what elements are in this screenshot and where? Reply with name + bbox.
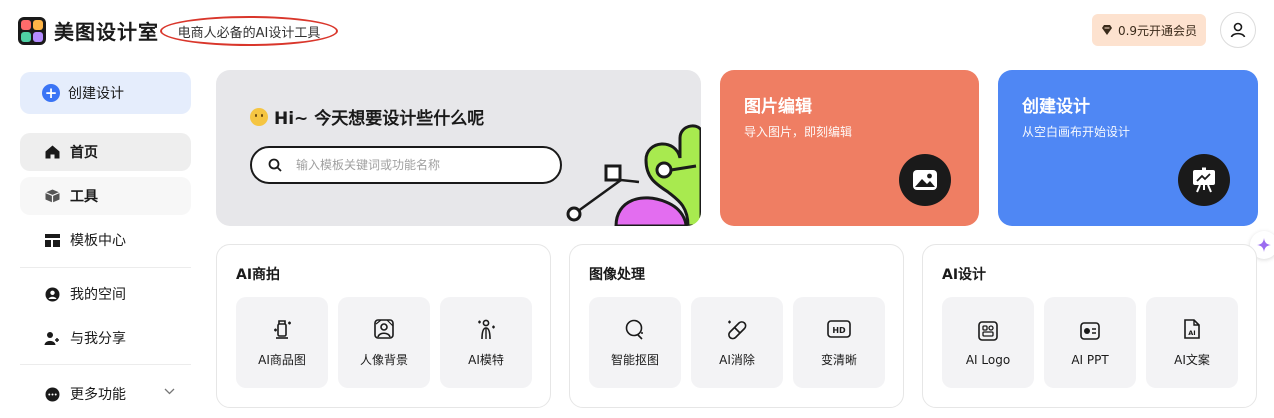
tool-ai-eraser[interactable]: AI消除 (691, 297, 783, 388)
tool-portrait-background[interactable]: 人像背景 (338, 297, 430, 388)
sidebar-item-my-space[interactable]: 我的空间 (20, 275, 191, 313)
share-user-icon (44, 330, 60, 346)
sidebar-item-home[interactable]: 首页 (20, 133, 191, 171)
hero-decoration-illustration (566, 124, 701, 226)
user-icon (1230, 22, 1246, 38)
tool-label: AI PPT (1071, 352, 1109, 367)
tool-ai-ppt[interactable]: AI PPT (1044, 297, 1136, 388)
tool-label: AI消除 (719, 353, 755, 367)
sidebar-item-templates[interactable]: 模板中心 (20, 221, 191, 259)
sidebar-item-label: 我的空间 (70, 287, 126, 303)
logo-grid-icon (976, 319, 1000, 343)
portrait-frame-icon (372, 317, 396, 341)
tool-label: AI模特 (468, 353, 504, 367)
section-title: AI设计 (942, 267, 987, 283)
chevron-down-icon (164, 388, 175, 395)
sidebar-item-label: 工具 (70, 189, 98, 205)
search-input[interactable] (296, 158, 526, 172)
hero-banner: Hi~ 今天想要设计些什么呢 (216, 70, 701, 226)
user-circle-icon (44, 286, 60, 302)
greeting: Hi~ 今天想要设计些什么呢 (250, 104, 484, 129)
sidebar-item-shared[interactable]: 与我分享 (20, 319, 191, 357)
tool-label: AI商品图 (258, 353, 306, 367)
tool-ai-product-image[interactable]: AI商品图 (236, 297, 328, 388)
tool-label: AI文案 (1174, 353, 1210, 367)
document-ai-icon: AI (1180, 317, 1204, 341)
cutout-lasso-icon (623, 317, 647, 341)
tool-ai-model[interactable]: AI模特 (440, 297, 532, 388)
tool-label: AI Logo (965, 352, 1011, 367)
slogan-text: 电商人必备的AI设计工具 (177, 25, 321, 41)
image-edit-subtitle: 导入图片，即刻编辑 (744, 125, 853, 139)
search-box[interactable] (250, 146, 562, 184)
vip-button[interactable]: 0.9元开通会员 (1092, 14, 1206, 46)
hd-icon: HD (827, 317, 851, 341)
toolbox-icon (44, 188, 60, 204)
sidebar-item-label: 与我分享 (70, 331, 126, 347)
slogan-highlight: 电商人必备的AI设计工具 (160, 16, 338, 46)
model-figure-icon (474, 317, 498, 341)
sidebar-item-more[interactable]: 更多功能 (20, 375, 191, 413)
image-edit-card[interactable]: 图片编辑 导入图片，即刻编辑 (720, 70, 979, 226)
sidebar-create-button[interactable]: + 创建设计 (20, 72, 191, 114)
ppt-chart-icon (1078, 319, 1102, 343)
sidebar-divider (20, 267, 191, 268)
tool-ai-logo[interactable]: AI Logo (942, 297, 1034, 388)
plus-icon: + (42, 84, 60, 102)
vip-button-label: 0.9元开通会员 (1117, 23, 1198, 38)
canvas-board-icon (1178, 154, 1230, 206)
home-icon (44, 144, 60, 160)
create-design-title: 创建设计 (1022, 97, 1090, 117)
section-title: 图像处理 (589, 267, 645, 283)
more-icon (44, 386, 60, 402)
logo-mark-icon (18, 16, 46, 45)
section-image-processing: 图像处理 智能抠图 AI消除 HD 变清晰 (569, 244, 904, 408)
create-design-subtitle: 从空白画布开始设计 (1022, 125, 1131, 139)
tool-label: 人像背景 (359, 353, 408, 367)
greeting-text: Hi~ 今天想要设计些什么呢 (274, 109, 485, 129)
create-design-card[interactable]: 创建设计 从空白画布开始设计 (998, 70, 1258, 226)
app-name: 美图设计室 (54, 20, 159, 44)
tool-ai-copywriting[interactable]: AI AI文案 (1146, 297, 1238, 388)
section-ai-product-shoot: AI商拍 AI商品图 人像背景 AI模特 (216, 244, 551, 408)
sidebar-item-tools[interactable]: 工具 (20, 177, 191, 215)
tool-label: 智能抠图 (610, 353, 659, 367)
svg-text:HD: HD (832, 326, 846, 335)
template-icon (44, 232, 60, 248)
section-ai-design: AI设计 AI Logo AI PPT AI AI文案 (922, 244, 1257, 408)
image-edit-title: 图片编辑 (744, 97, 812, 117)
tool-smart-cutout[interactable]: 智能抠图 (589, 297, 681, 388)
image-icon (899, 154, 951, 206)
sidebar-item-label: 模板中心 (70, 233, 126, 249)
svg-text:AI: AI (1188, 329, 1195, 337)
section-title: AI商拍 (236, 267, 281, 283)
search-icon (268, 158, 282, 172)
eraser-icon (725, 317, 749, 341)
tool-enhance-clarity[interactable]: HD 变清晰 (793, 297, 885, 388)
sidebar-divider (20, 364, 191, 365)
app-logo[interactable]: 美图设计室 (18, 16, 159, 45)
tool-label: 变清晰 (820, 353, 857, 367)
smile-emoji-icon (250, 107, 268, 126)
avatar[interactable] (1220, 12, 1256, 48)
product-sparkle-icon (270, 317, 294, 341)
diamond-icon (1101, 25, 1112, 35)
sidebar-item-label: 首页 (70, 145, 98, 161)
sidebar-item-label: 更多功能 (70, 387, 126, 403)
sidebar-create-label: 创建设计 (68, 86, 124, 102)
